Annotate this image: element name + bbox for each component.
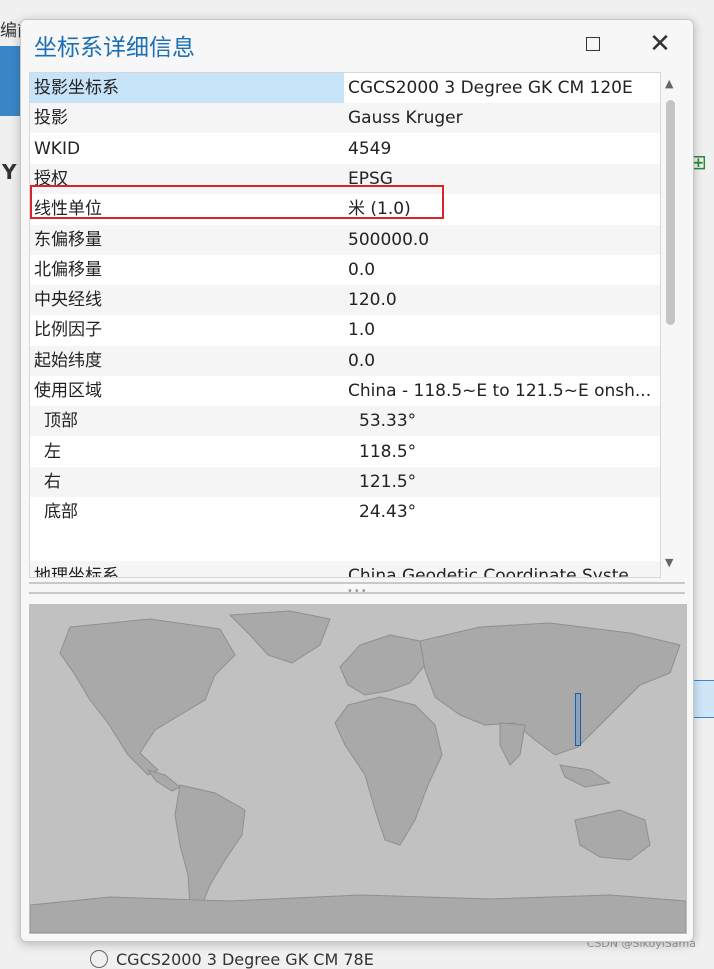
property-value: 24.43° xyxy=(359,502,417,523)
property-key: 起始纬度 xyxy=(34,350,102,371)
globe-icon xyxy=(90,950,108,968)
property-value: 4549 xyxy=(348,138,392,159)
property-grid: 地理坐标系 China Geodetic Coordinate Syste... 底… xyxy=(29,72,661,578)
property-row[interactable]: 底部 24.43° xyxy=(30,497,660,527)
property-value: 118.5° xyxy=(359,441,417,462)
property-value: 500000.0 xyxy=(348,229,430,250)
vertical-scrollbar[interactable]: ▲ ▼ xyxy=(661,72,681,576)
property-row[interactable]: 顶部 53.33° xyxy=(30,406,660,437)
property-key: 使用区域 xyxy=(34,381,102,401)
property-value: 0.0 xyxy=(348,259,376,280)
property-row[interactable]: 投影 Gauss Kruger xyxy=(30,103,660,134)
property-value: 53.33° xyxy=(359,411,417,432)
close-icon: ✕ xyxy=(649,29,671,59)
world-shaded-relief xyxy=(30,610,686,933)
property-row[interactable]: 使用区域 China - 118.5~E to 121.5~E onsh... xyxy=(30,376,660,406)
property-row[interactable]: 右 121.5° xyxy=(30,466,660,497)
scroll-up-icon[interactable]: ▲ xyxy=(665,77,673,90)
property-row[interactable]: 地理坐标系 China Geodetic Coordinate Syste... xyxy=(30,561,660,578)
property-value: China - 118.5~E to 121.5~E onsh... xyxy=(348,381,652,401)
scroll-thumb[interactable] xyxy=(666,100,675,325)
property-row[interactable]: 起始纬度 0.0 xyxy=(30,345,660,376)
property-row[interactable]: 左 118.5° xyxy=(30,437,660,467)
background-list-item[interactable]: CGCS2000 3 Degree GK CM 78E xyxy=(90,950,374,969)
property-row[interactable]: 东偏移量 500000.0 xyxy=(30,224,660,255)
property-key: 右 xyxy=(44,471,61,492)
property-value: Gauss Kruger xyxy=(348,108,463,129)
property-row[interactable]: 投影坐标系 CGCS2000 3 Degree GK CM 120E xyxy=(30,73,660,103)
property-value: China Geodetic Coordinate Syste... xyxy=(348,566,646,578)
property-key: 顶部 xyxy=(44,411,78,432)
world-extent-map xyxy=(29,604,687,934)
property-row[interactable]: 比例因子 1.0 xyxy=(30,315,660,345)
property-key: 中央经线 xyxy=(34,290,102,311)
property-key: 底部 xyxy=(44,502,78,523)
property-row[interactable]: 北偏移量 0.0 xyxy=(30,255,660,285)
property-key: 投影 xyxy=(34,108,68,129)
property-key: 东偏移量 xyxy=(34,229,102,250)
splitter-grip-icon[interactable]: ••• xyxy=(347,586,368,597)
maximize-icon xyxy=(586,37,600,51)
projection-extent-box xyxy=(575,693,581,746)
property-key: 比例因子 xyxy=(34,320,102,341)
property-key: WKID xyxy=(34,138,81,159)
property-row[interactable]: WKID 4549 xyxy=(30,134,660,164)
property-value: 121.5° xyxy=(359,471,417,492)
property-value: CGCS2000 3 Degree GK CM 120E xyxy=(348,78,633,98)
close-button[interactable]: ✕ xyxy=(642,28,678,60)
background-fragment-left: Y xyxy=(2,160,17,184)
property-key: 投影坐标系 xyxy=(34,78,119,98)
maximize-button[interactable] xyxy=(575,28,611,60)
scroll-down-icon[interactable]: ▼ xyxy=(665,556,673,569)
coordinate-system-details-dialog: 坐标系详细信息 ✕ 地理坐标系 China Geodetic Coordinate… xyxy=(20,19,694,942)
background-tab xyxy=(0,46,20,116)
property-key: 北偏移量 xyxy=(34,259,102,280)
pane-splitter[interactable]: ••• xyxy=(29,582,685,598)
property-row[interactable]: 中央经线 120.0 xyxy=(30,285,660,316)
property-value: 120.0 xyxy=(348,290,397,311)
property-key: 左 xyxy=(44,441,61,462)
property-value: 1.0 xyxy=(348,320,376,341)
wkid-highlight-box xyxy=(30,185,444,219)
property-value: 0.0 xyxy=(348,350,376,371)
dialog-title: 坐标系详细信息 xyxy=(34,35,195,61)
property-key: 地理坐标系 xyxy=(34,566,119,578)
